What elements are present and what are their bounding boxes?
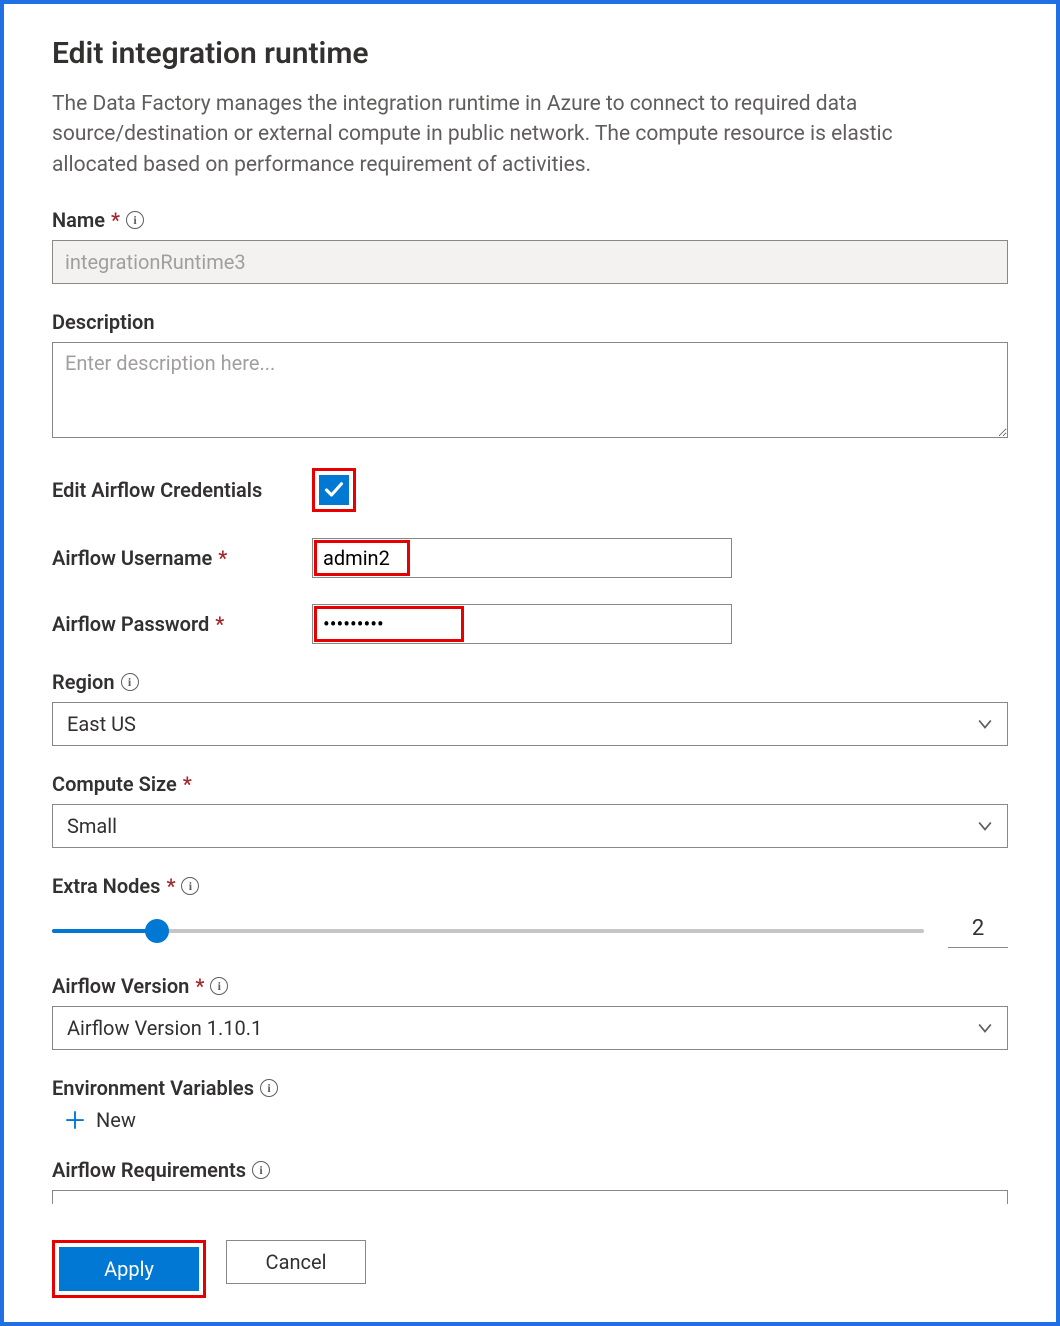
description-input[interactable] <box>52 342 1008 438</box>
extra-nodes-value[interactable]: 2 <box>948 914 1008 948</box>
compute-size-select-value: Small <box>67 814 117 838</box>
extra-nodes-slider[interactable] <box>52 919 924 943</box>
info-icon[interactable]: i <box>121 673 139 691</box>
compute-size-select[interactable]: Small <box>52 804 1008 848</box>
name-label-text: Name <box>52 208 105 232</box>
panel-footer: Apply Cancel <box>52 1212 1008 1298</box>
description-label: Description <box>52 310 1008 334</box>
checkmark-icon <box>324 480 344 500</box>
required-asterisk: * <box>215 612 224 636</box>
apply-button-highlight: Apply <box>52 1240 206 1298</box>
info-icon[interactable]: i <box>260 1079 278 1097</box>
region-field: Region i East US <box>52 670 1008 746</box>
extra-nodes-label: Extra Nodes * i <box>52 874 1008 898</box>
env-vars-field: Environment Variables i New <box>52 1076 1008 1132</box>
env-vars-label-text: Environment Variables <box>52 1076 254 1100</box>
info-icon[interactable]: i <box>126 211 144 229</box>
edit-credentials-highlight <box>312 468 356 512</box>
airflow-username-label-text: Airflow Username <box>52 546 212 570</box>
airflow-password-row: Airflow Password * <box>52 604 1008 644</box>
airflow-password-label-text: Airflow Password <box>52 612 209 636</box>
region-label-text: Region <box>52 670 115 694</box>
airflow-version-label-text: Airflow Version <box>52 974 189 998</box>
airflow-version-select-value: Airflow Version 1.10.1 <box>67 1016 262 1040</box>
name-label: Name * i <box>52 208 1008 232</box>
chevron-down-icon <box>977 1020 993 1036</box>
compute-size-field: Compute Size * Small <box>52 772 1008 848</box>
region-select[interactable]: East US <box>52 702 1008 746</box>
airflow-requirements-box[interactable] <box>52 1190 1008 1204</box>
panel-title: Edit integration runtime <box>52 36 1008 71</box>
required-asterisk: * <box>218 546 227 570</box>
compute-size-label: Compute Size * <box>52 772 1008 796</box>
airflow-password-input-wrap <box>312 604 732 644</box>
env-vars-new-label: New <box>96 1108 136 1132</box>
slider-fill <box>52 929 157 933</box>
description-field: Description <box>52 310 1008 442</box>
apply-button[interactable]: Apply <box>59 1247 199 1291</box>
airflow-requirements-field: Airflow Requirements i <box>52 1158 1008 1204</box>
info-icon[interactable]: i <box>210 977 228 995</box>
chevron-down-icon <box>977 818 993 834</box>
form-scroll-area: Edit integration runtime The Data Factor… <box>52 36 1008 1212</box>
compute-size-label-text: Compute Size <box>52 772 177 796</box>
extra-nodes-field: Extra Nodes * i 2 <box>52 874 1008 948</box>
name-field: Name * i <box>52 208 1008 284</box>
panel-description: The Data Factory manages the integration… <box>52 89 952 180</box>
info-icon[interactable]: i <box>252 1161 270 1179</box>
edit-credentials-row: Edit Airflow Credentials <box>52 468 1008 512</box>
required-asterisk: * <box>183 772 192 796</box>
region-select-value: East US <box>67 712 136 736</box>
airflow-username-input[interactable] <box>312 538 732 578</box>
env-vars-new-button[interactable]: New <box>64 1108 136 1132</box>
airflow-version-field: Airflow Version * i Airflow Version 1.10… <box>52 974 1008 1050</box>
plus-icon <box>64 1109 86 1131</box>
required-asterisk: * <box>195 974 204 998</box>
airflow-username-label: Airflow Username * <box>52 546 312 570</box>
slider-track <box>52 929 924 933</box>
airflow-requirements-label-text: Airflow Requirements <box>52 1158 246 1182</box>
required-asterisk: * <box>166 874 175 898</box>
airflow-version-select[interactable]: Airflow Version 1.10.1 <box>52 1006 1008 1050</box>
cancel-button[interactable]: Cancel <box>226 1240 366 1284</box>
description-label-text: Description <box>52 310 155 334</box>
airflow-username-input-wrap <box>312 538 732 578</box>
extra-nodes-label-text: Extra Nodes <box>52 874 160 898</box>
info-icon[interactable]: i <box>181 877 199 895</box>
edit-credentials-checkbox[interactable] <box>319 475 349 505</box>
airflow-version-label: Airflow Version * i <box>52 974 1008 998</box>
edit-credentials-label-text: Edit Airflow Credentials <box>52 478 262 502</box>
chevron-down-icon <box>977 716 993 732</box>
slider-thumb[interactable] <box>145 919 169 943</box>
airflow-password-label: Airflow Password * <box>52 612 312 636</box>
airflow-requirements-label: Airflow Requirements i <box>52 1158 1008 1182</box>
airflow-username-row: Airflow Username * <box>52 538 1008 578</box>
airflow-password-input[interactable] <box>312 604 732 644</box>
env-vars-label: Environment Variables i <box>52 1076 1008 1100</box>
edit-integration-runtime-panel: Edit integration runtime The Data Factor… <box>0 0 1060 1326</box>
name-input <box>52 240 1008 284</box>
edit-credentials-label: Edit Airflow Credentials <box>52 478 312 502</box>
required-asterisk: * <box>111 208 120 232</box>
extra-nodes-slider-row: 2 <box>52 906 1008 948</box>
region-label: Region i <box>52 670 1008 694</box>
